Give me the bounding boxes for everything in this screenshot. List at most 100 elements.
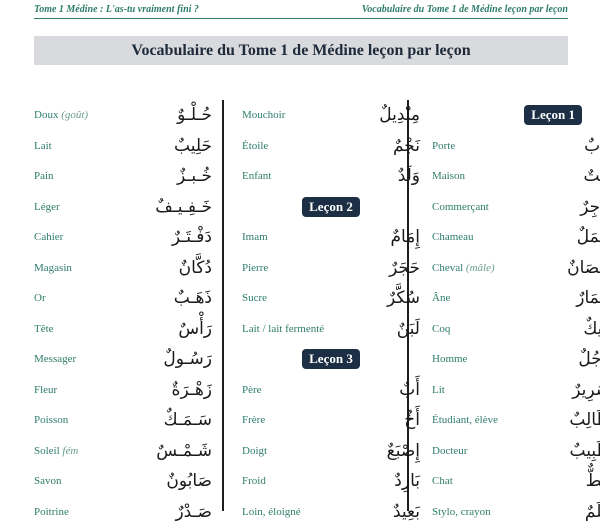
french-text: Tête	[34, 323, 54, 335]
header-right: Vocabulaire du Tome 1 de Médine leçon pa…	[362, 4, 568, 15]
vocab-row: Chat قِطٌّ	[432, 466, 600, 497]
french-text: Lit	[432, 384, 445, 396]
french-word: Lait	[34, 140, 52, 152]
arabic-word: زَهْـرَةٌ	[172, 380, 212, 400]
vocab-row: Lait حَلِيبٌ	[34, 131, 212, 162]
french-text: Stylo, crayon	[432, 506, 491, 518]
french-word: Fleur	[34, 384, 57, 396]
french-text: Enfant	[242, 170, 271, 182]
french-word: Tête	[34, 323, 54, 335]
vocab-row: Messager رَسُـولٌ	[34, 344, 212, 375]
french-word: Chameau	[432, 231, 474, 243]
french-word: Commerçant	[432, 201, 489, 213]
arabic-word: دَفْـتَـرٌ	[172, 227, 212, 247]
french-text: Soleil	[34, 445, 60, 457]
vocab-row: Enfant وَلَدٌ	[242, 161, 420, 192]
french-text: Docteur	[432, 445, 467, 457]
french-word: Savon	[34, 475, 62, 487]
french-word: Cahier	[34, 231, 63, 243]
arabic-word: بَيْتٌ	[583, 166, 600, 186]
french-text: Commerçant	[432, 201, 489, 213]
french-word: Soleil fém	[34, 445, 78, 457]
vocab-row: Fleur زَهْـرَةٌ	[34, 375, 212, 406]
french-text: Porte	[432, 140, 455, 152]
french-word: Étoile	[242, 140, 268, 152]
column-1: Doux (goût)حُـلْـوٌ Lait حَلِيبٌ Painخُـبـز…	[34, 100, 212, 527]
french-word: Lit	[432, 384, 445, 396]
french-word: Coq	[432, 323, 450, 335]
french-note: (mâle)	[466, 262, 495, 274]
arabic-word: إِمَامٌ	[390, 227, 420, 247]
vocab-row: Commerçant تَاجِرٌ	[432, 192, 600, 223]
vocab-row: Doux (goût)حُـلْـوٌ	[34, 100, 212, 131]
vocab-row: Cheval (mâle) حِصَانٌ	[432, 253, 600, 284]
french-word: Sucre	[242, 292, 267, 304]
french-text: Savon	[34, 475, 62, 487]
french-text: Poitrine	[34, 506, 69, 518]
french-word: Homme	[432, 353, 467, 365]
french-word: Docteur	[432, 445, 467, 457]
vocab-row: Hommeرَجُلٌ	[432, 344, 600, 375]
vocab-row: Painخُـبـزٌ	[34, 161, 212, 192]
arabic-word: سُكَّرٌ	[387, 288, 420, 308]
arabic-word: حِصَانٌ	[567, 258, 600, 278]
french-word: Poitrine	[34, 506, 69, 518]
french-word: Poisson	[34, 414, 68, 426]
arabic-word: رَسُـولٌ	[163, 349, 212, 369]
french-word: Froid	[242, 475, 266, 487]
french-word: Chat	[432, 475, 453, 487]
french-text: Pierre	[242, 262, 268, 274]
arabic-word: حَلِيبٌ	[174, 136, 212, 156]
arabic-word: سَرِيرٌ	[572, 380, 600, 400]
header-rule	[34, 18, 568, 19]
arabic-word: بَابٌ	[584, 136, 600, 156]
french-text: Or	[34, 292, 46, 304]
arabic-word: شَـمْـسٌ	[156, 441, 212, 461]
arabic-word: صَابُونٌ	[166, 471, 212, 491]
french-text: Magasin	[34, 262, 72, 274]
french-word: Lait / lait fermenté	[242, 323, 324, 335]
french-word: Frère	[242, 414, 265, 426]
vocab-row: Docteur طَبِيبٌ	[432, 436, 600, 467]
arabic-word: جَمَلٌ	[577, 227, 600, 247]
arabic-word: طَالِبٌ	[569, 410, 600, 430]
french-text: Sucre	[242, 292, 267, 304]
french-text: Messager	[34, 353, 76, 365]
french-text: Homme	[432, 353, 467, 365]
column-2: MouchoirمِنْدِيلٌÉtoileنَجْمٌEnfantوَلَد…	[242, 100, 420, 527]
arabic-word: بَارِدٌ	[394, 471, 420, 491]
french-text: Imam	[242, 231, 268, 243]
vocab-row: Sucre سُكَّرٌ	[242, 283, 420, 314]
arabic-word: خُـبـزٌ	[177, 166, 212, 186]
french-text: Coq	[432, 323, 450, 335]
french-word: Léger	[34, 201, 60, 213]
vocab-row: Lit سَرِيرٌ	[432, 375, 600, 406]
column-3: Leçon 1 Porte بَابٌ Maison بَيْتٌ Commerçant…	[432, 100, 600, 527]
vocab-row: Maison بَيْتٌ	[432, 161, 600, 192]
vocab-row: Étoileنَجْمٌ	[242, 131, 420, 162]
french-text: Cheval	[432, 262, 463, 274]
vocab-row: Pèreأَبٌ	[242, 375, 420, 406]
french-text: Maison	[432, 170, 465, 182]
lesson-1-row: Leçon 1	[432, 100, 600, 131]
arabic-word: حُـلْـوٌ	[177, 105, 212, 125]
french-text: Âne	[432, 292, 450, 304]
french-text: Chat	[432, 475, 453, 487]
french-text: Loin, éloigné	[242, 506, 301, 518]
lesson-2-badge: Leçon 2	[302, 197, 360, 217]
arabic-word: قِطٌّ	[586, 471, 600, 491]
header-left: Tome 1 Médine : L'as-tu vraiment fini ?	[34, 4, 199, 15]
french-text: Cahier	[34, 231, 63, 243]
vocab-row: Porte بَابٌ	[432, 131, 600, 162]
vocab-row: Savon صَابُونٌ	[34, 466, 212, 497]
arabic-word: تَاجِرٌ	[580, 197, 600, 217]
french-text: Poisson	[34, 414, 68, 426]
lesson-3-row: Leçon 3	[242, 344, 420, 375]
vocab-row: Pierreحَجَرٌ	[242, 253, 420, 284]
french-word: Imam	[242, 231, 268, 243]
arabic-word: وَلَدٌ	[398, 166, 420, 186]
vocab-row: Frèreأَخٌ	[242, 405, 420, 436]
page-title: Vocabulaire du Tome 1 de Médine leçon pa…	[131, 42, 470, 60]
vocab-row: Magasinدُكَّانٌ	[34, 253, 212, 284]
arabic-word: طَبِيبٌ	[570, 441, 600, 461]
